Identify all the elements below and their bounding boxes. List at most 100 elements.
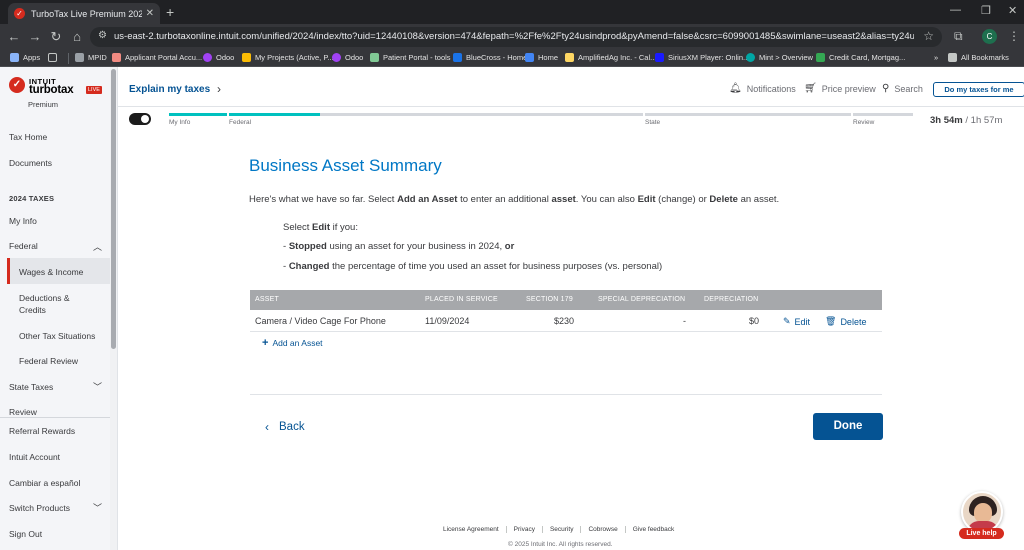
notifications-button[interactable]: 🔔︎ Notifications	[729, 83, 796, 94]
profile-avatar[interactable]: C	[982, 29, 997, 44]
sidebar-item-sign-out[interactable]: Sign Out	[9, 529, 42, 539]
dark-mode-toggle[interactable]	[129, 113, 151, 125]
bookmark-item[interactable]: SiriusXM Player: Onlin...	[655, 53, 749, 62]
col-asset: ASSET	[255, 296, 279, 303]
sidebar-item-espanol[interactable]: Cambiar a español	[9, 478, 80, 488]
restore-icon[interactable]: ❐	[981, 4, 991, 17]
footer-links: License Agreement Privacy Security Cobro…	[436, 526, 681, 533]
folder-icon	[948, 53, 957, 62]
sidebar-item-my-info[interactable]: My Info	[9, 216, 37, 226]
live-help-label: Live help	[959, 528, 1004, 539]
price-preview-button[interactable]: 🛒︎ Price preview	[804, 83, 876, 94]
progress-label-my-info: My Info	[169, 119, 191, 126]
bookmark-favicon-icon	[816, 53, 825, 62]
search-button[interactable]: ⚲ Search	[882, 83, 923, 94]
cell-section-179: $230	[553, 316, 574, 326]
footer-link-license[interactable]: License Agreement	[436, 526, 507, 533]
bullet-changed: - Changed the percentage of time you use…	[283, 261, 663, 272]
bookmark-item[interactable]: MPID	[75, 53, 107, 62]
bookmark-item[interactable]: Applicant Portal Accu...	[112, 53, 202, 62]
footer-link-feedback[interactable]: Give feedback	[626, 526, 682, 533]
logo-live-badge: LIVE	[86, 86, 102, 94]
site-info-icon[interactable]: ⚙	[98, 30, 107, 41]
url-text[interactable]: us-east-2.turbotaxonline.intuit.com/unif…	[114, 31, 914, 42]
address-bar[interactable]: ⚙ us-east-2.turbotaxonline.intuit.com/un…	[90, 27, 942, 47]
extensions-icon[interactable]: ⧉	[954, 29, 963, 44]
browser-tab[interactable]: ✓ TurboTax Live Premium 2024 ✕	[8, 3, 160, 24]
footer-link-cobrowse[interactable]: Cobrowse	[581, 526, 626, 533]
bookmark-item[interactable]: Odoo	[332, 53, 363, 62]
back-button[interactable]: ‹ Back	[265, 420, 305, 434]
sidebar-item-other-tax-situations[interactable]: Other Tax Situations	[19, 331, 95, 341]
done-button[interactable]: Done	[813, 413, 883, 440]
cell-asset: Camera / Video Cage For Phone	[255, 316, 386, 326]
bookmark-label: AmplifiedAg Inc. - Cal...	[578, 53, 657, 62]
home-icon[interactable]: ⌂	[69, 29, 85, 45]
bookmark-item[interactable]: Patient Portal - tools	[370, 53, 451, 62]
chevron-down-icon[interactable]: ﹀	[93, 380, 102, 393]
all-bookmarks-label: All Bookmarks	[961, 53, 1009, 62]
sidebar-item-deductions[interactable]: Deductions &	[19, 293, 70, 303]
delete-asset-link[interactable]: 🗑︎ Delete	[825, 316, 866, 327]
cell-special-depreciation: -	[683, 316, 686, 326]
sidebar-item-switch-products[interactable]: Switch Products	[9, 503, 70, 513]
sidebar-item-review[interactable]: Review	[9, 407, 37, 417]
live-help-button[interactable]: Live help	[959, 491, 1004, 539]
bookmark-item[interactable]: Home	[525, 53, 558, 62]
close-window-icon[interactable]: ✕	[1008, 4, 1017, 17]
chevron-up-icon[interactable]: ︿	[93, 240, 102, 253]
edit-asset-link[interactable]: ✎ Edit	[783, 316, 810, 327]
browser-tab-bar: ✓ TurboTax Live Premium 2024 ✕ + — ❐ ✕	[0, 0, 1024, 24]
sidebar-item-deductions-line2[interactable]: Credits	[19, 305, 46, 315]
progress-label-review: Review	[853, 119, 875, 126]
sidebar-item-state-taxes[interactable]: State Taxes	[9, 382, 53, 392]
bookmark-item[interactable]: My Projects (Active, P...	[242, 53, 334, 62]
footer-link-privacy[interactable]: Privacy	[507, 526, 543, 533]
grid-shortcut-icon[interactable]	[48, 53, 61, 62]
forward-arrow-icon[interactable]: →	[27, 29, 43, 45]
bookmark-label: Credit Card, Mortgag...	[829, 53, 906, 62]
explain-my-taxes-link[interactable]: Explain my taxes	[129, 84, 210, 95]
sidebar-item-documents[interactable]: Documents	[9, 158, 52, 168]
toggle-knob	[141, 115, 149, 123]
bookmark-separator	[68, 53, 69, 64]
bookmark-favicon-icon	[565, 53, 574, 62]
sidebar-divider	[0, 417, 110, 418]
back-arrow-icon[interactable]: ←	[6, 29, 22, 45]
progress-label-state: State	[645, 119, 661, 126]
add-asset-link[interactable]: + Add an Asset	[262, 337, 323, 349]
bookmark-item[interactable]: BlueCross - Home	[453, 53, 527, 62]
sidebar-item-referral-rewards[interactable]: Referral Rewards	[9, 426, 75, 436]
sidebar-item-federal-review[interactable]: Federal Review	[19, 356, 78, 366]
progress-bar-row: My Info Federal State Review 3h 54m / 1h…	[118, 107, 1024, 129]
new-tab-icon[interactable]: +	[166, 3, 174, 21]
footer-link-security[interactable]: Security	[543, 526, 582, 533]
sidebar-item-federal[interactable]: Federal	[9, 241, 38, 251]
bookmark-favicon-icon	[746, 53, 755, 62]
bookmark-item[interactable]: Odoo	[203, 53, 234, 62]
bookmark-label: Patient Portal - tools	[383, 53, 451, 62]
chevron-down-icon[interactable]: ﹀	[93, 501, 102, 514]
edit-label: Edit	[794, 316, 811, 327]
bookmark-label: Home	[538, 53, 559, 62]
bookmark-item[interactable]: AmplifiedAg Inc. - Cal...	[565, 53, 656, 62]
bookmark-item[interactable]: Mint > Overview	[746, 53, 813, 62]
left-sidebar: ✓ INTUIT turbotax LIVE Premium Tax Home …	[0, 67, 118, 550]
sidebar-item-intuit-account[interactable]: Intuit Account	[9, 452, 60, 462]
col-section-179: SECTION 179	[526, 296, 573, 303]
menu-kebab-icon[interactable]: ⋮	[1008, 29, 1020, 43]
sidebar-item-tax-home[interactable]: Tax Home	[9, 132, 47, 142]
bookmark-item[interactable]: Credit Card, Mortgag...	[816, 53, 905, 62]
reload-icon[interactable]: ↻	[48, 29, 64, 45]
do-my-taxes-button[interactable]: Do my taxes for me	[933, 82, 1024, 97]
sidebar-item-wages-income[interactable]: Wages & Income	[19, 267, 83, 277]
close-tab-icon[interactable]: ✕	[146, 8, 154, 19]
all-bookmarks[interactable]: All Bookmarks	[948, 53, 1009, 62]
bookmarks-overflow-icon[interactable]: »	[934, 53, 938, 62]
bookmark-item[interactable]: Apps	[10, 53, 40, 62]
sidebar-scrollbar-thumb[interactable]	[111, 69, 116, 349]
bookmark-star-icon[interactable]: ☆	[923, 29, 934, 43]
chevron-right-icon[interactable]: ›	[217, 82, 221, 96]
cart-icon: 🛒︎	[804, 83, 817, 94]
minimize-icon[interactable]: —	[950, 4, 961, 16]
